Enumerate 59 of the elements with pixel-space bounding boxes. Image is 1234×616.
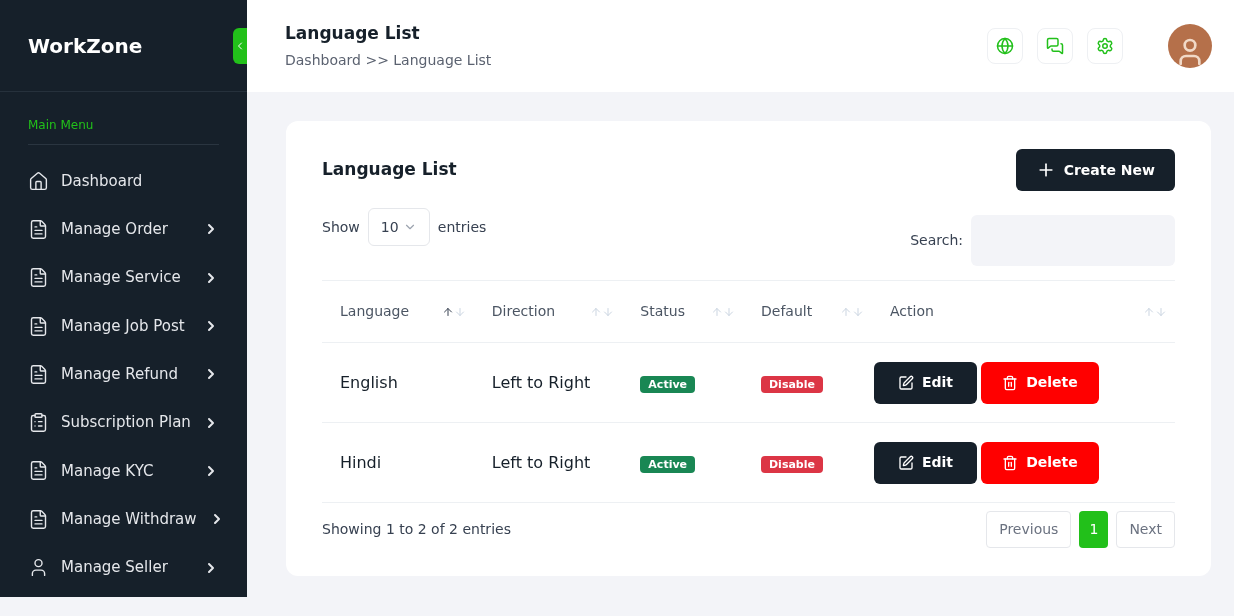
default-badge: Disable bbox=[761, 375, 823, 393]
home-icon bbox=[28, 170, 49, 192]
page-title: Language List bbox=[285, 21, 421, 45]
sidebar-item[interactable]: Manage Service bbox=[28, 253, 219, 302]
table-cell: English bbox=[322, 342, 474, 423]
column-header[interactable]: Default bbox=[743, 280, 872, 343]
column-header[interactable]: Status bbox=[622, 280, 743, 343]
sidebar-item[interactable]: Dashboard bbox=[28, 157, 219, 206]
status-badge: Active bbox=[640, 455, 696, 473]
document-icon bbox=[28, 315, 49, 337]
previous-button[interactable]: Previous bbox=[986, 511, 1072, 548]
messages-button[interactable] bbox=[1037, 28, 1073, 64]
chat-icon bbox=[1046, 37, 1064, 55]
breadcrumb: Dashboard >> Language List bbox=[285, 51, 493, 71]
document-icon bbox=[28, 218, 49, 240]
sidebar-item[interactable]: Manage Refund bbox=[28, 350, 219, 399]
table-info: Showing 1 to 2 of 2 entries bbox=[322, 520, 511, 539]
status-badge: Active bbox=[640, 375, 696, 393]
sidebar-item[interactable]: Manage Job Post bbox=[28, 301, 219, 351]
collapse-toggle[interactable] bbox=[233, 28, 247, 64]
sidebar-item[interactable]: Manage Seller bbox=[28, 543, 219, 592]
entries-select[interactable]: 10 bbox=[367, 208, 430, 246]
document-icon bbox=[28, 508, 49, 530]
delete-button[interactable]: Delete bbox=[981, 361, 1099, 404]
entries-label: entries bbox=[437, 217, 487, 237]
column-header[interactable]: Direction bbox=[473, 280, 623, 343]
globe-icon bbox=[996, 37, 1014, 55]
sidebar-item[interactable]: Manage Order bbox=[28, 205, 219, 254]
clipboard-icon bbox=[28, 412, 49, 434]
column-header[interactable]: Action bbox=[872, 280, 1175, 343]
settings-button[interactable] bbox=[1087, 28, 1123, 64]
default-badge: Disable bbox=[761, 455, 823, 473]
settings-icon bbox=[1096, 37, 1114, 55]
table-cell: Hindi bbox=[322, 422, 474, 503]
avatar[interactable] bbox=[1168, 24, 1212, 68]
trash-icon bbox=[1002, 374, 1019, 391]
document-icon bbox=[28, 363, 49, 385]
next-button[interactable]: Next bbox=[1116, 511, 1175, 548]
document-icon bbox=[28, 267, 49, 289]
language-button[interactable] bbox=[987, 28, 1023, 64]
sidebar-item[interactable]: Manage Withdraw bbox=[28, 495, 219, 544]
edit-icon bbox=[897, 454, 914, 471]
sidebar-item[interactable]: Subscription Plan bbox=[28, 398, 219, 447]
brand-logo: WorkZone bbox=[28, 32, 143, 60]
edit-button[interactable]: Edit bbox=[874, 441, 977, 484]
delete-button[interactable]: Delete bbox=[981, 441, 1099, 484]
sidebar-item[interactable]: Manage KYC bbox=[28, 446, 219, 496]
show-label: Show bbox=[322, 217, 360, 237]
edit-button[interactable]: Edit bbox=[874, 361, 977, 404]
document-icon bbox=[28, 460, 49, 482]
column-header[interactable]: Language bbox=[322, 280, 474, 343]
create-new-button[interactable]: Create New bbox=[1015, 149, 1175, 191]
edit-icon bbox=[897, 374, 914, 391]
search-label: Search: bbox=[910, 231, 963, 250]
table-cell: Left to Right bbox=[473, 342, 623, 423]
trash-icon bbox=[1002, 454, 1019, 471]
table-cell: Left to Right bbox=[473, 422, 623, 503]
card-title: Language List bbox=[322, 158, 457, 182]
section-label: Main Menu bbox=[28, 118, 94, 132]
